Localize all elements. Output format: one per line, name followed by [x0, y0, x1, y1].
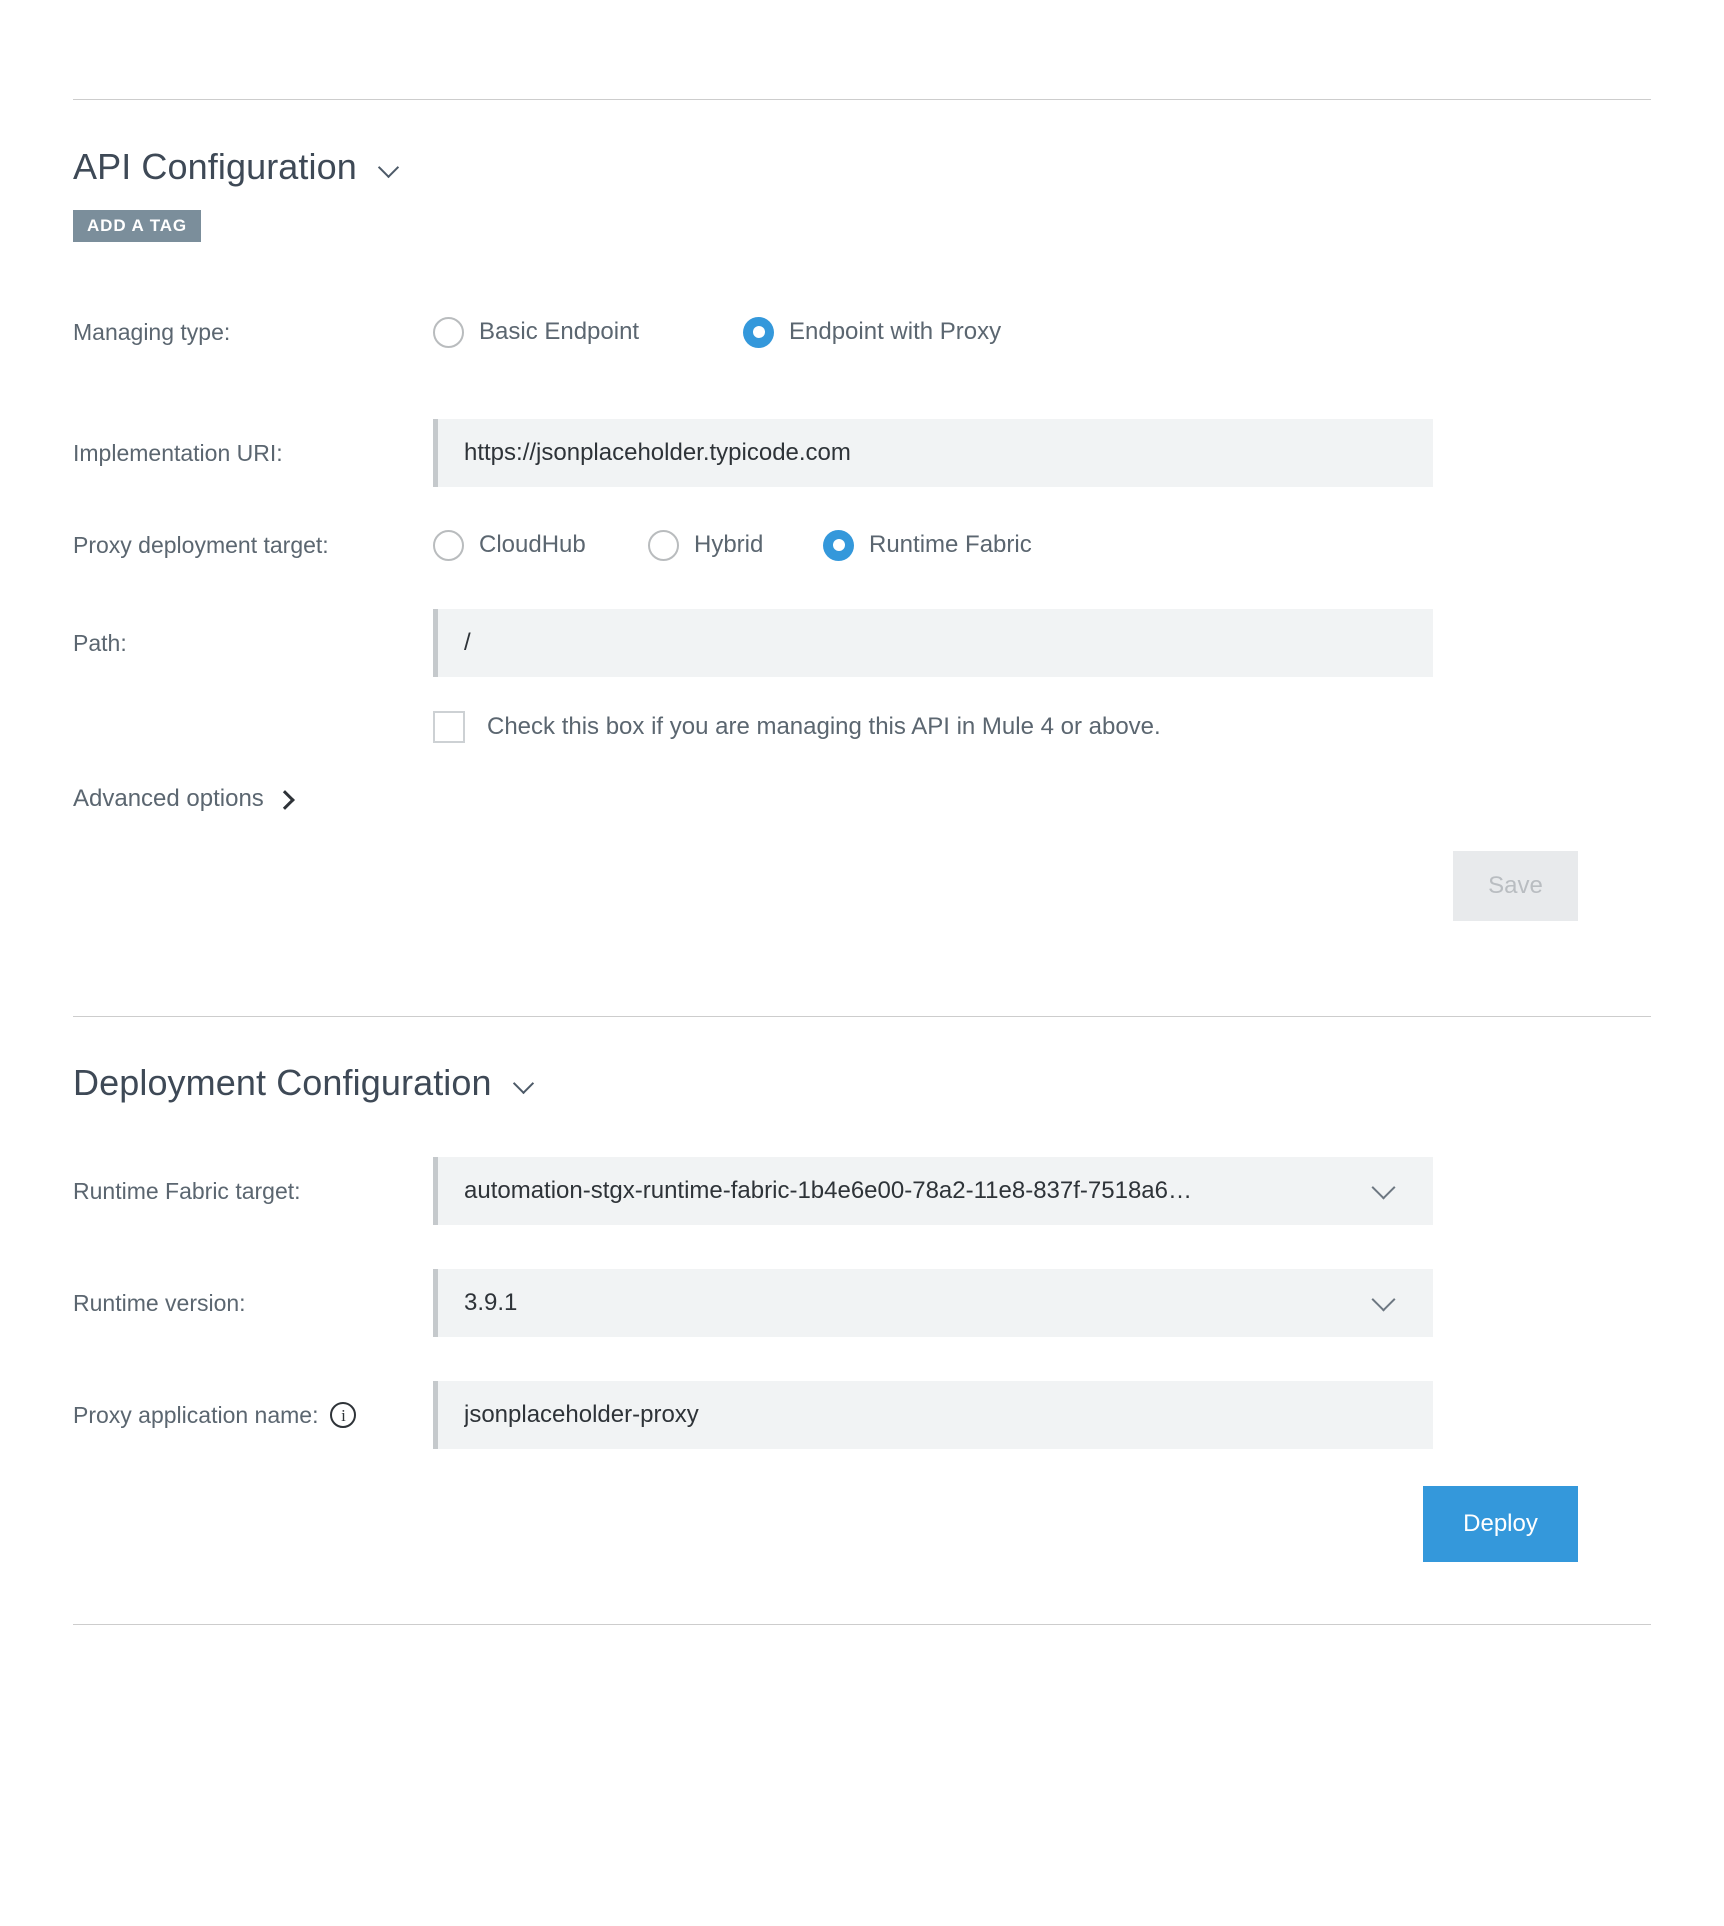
chevron-down-icon[interactable]: [514, 1075, 534, 1095]
radio-endpoint-with-proxy[interactable]: Endpoint with Proxy: [743, 316, 1002, 348]
chevron-down-icon[interactable]: [1375, 1179, 1395, 1199]
runtime-fabric-target-select[interactable]: automation-stgx-runtime-fabric-1b4e6e00-…: [433, 1157, 1433, 1225]
radio-mark-icon: [648, 529, 679, 561]
runtime-fabric-target-value: automation-stgx-runtime-fabric-1b4e6e00-…: [464, 1177, 1192, 1204]
radio-hybrid-label: Hybrid: [694, 531, 764, 558]
deploy-button[interactable]: Deploy: [1423, 1486, 1578, 1562]
proxy-application-name-label: Proxy application name:: [73, 1401, 319, 1428]
implementation-uri-label: Implementation URI:: [73, 439, 283, 466]
radio-runtime-fabric-label: Runtime Fabric: [869, 531, 1032, 558]
runtime-fabric-target-row: Runtime Fabric target: automation-stgx-r…: [73, 1157, 1651, 1225]
radio-mark-selected-icon: [823, 529, 854, 561]
api-configuration-title: API Configuration: [73, 146, 357, 187]
mule4-checkbox-row: Check this box if you are managing this …: [73, 699, 1651, 755]
radio-mark-selected-icon: [743, 316, 774, 348]
bottom-divider: [73, 1624, 1651, 1625]
implementation-uri-input-wrap[interactable]: [433, 419, 1433, 487]
mule4-checkbox[interactable]: Check this box if you are managing this …: [433, 711, 1161, 743]
api-configuration-header[interactable]: API Configuration: [73, 149, 1651, 185]
api-configuration-section: API Configuration ADD A TAG Managing typ…: [0, 100, 1724, 1016]
runtime-version-select[interactable]: 3.9.1: [433, 1269, 1433, 1337]
proxy-application-name-label-wrap: Proxy application name: i: [73, 1402, 433, 1429]
proxy-application-name-input[interactable]: [438, 1381, 1433, 1449]
save-button[interactable]: Save: [1453, 851, 1578, 921]
proxy-deployment-target-label: Proxy deployment target:: [73, 531, 329, 558]
radio-runtime-fabric[interactable]: Runtime Fabric: [823, 529, 1032, 561]
radio-mark-icon: [433, 529, 464, 561]
deployment-configuration-title: Deployment Configuration: [73, 1062, 492, 1103]
deployment-configuration-section: Deployment Configuration Runtime Fabric …: [0, 1017, 1724, 1624]
info-icon[interactable]: i: [330, 1402, 357, 1428]
mule4-checkbox-label: Check this box if you are managing this …: [487, 713, 1161, 740]
path-label: Path:: [73, 629, 127, 656]
api-configuration-actions: Save: [73, 851, 1578, 921]
add-a-tag-button[interactable]: ADD A TAG: [73, 210, 202, 242]
chevron-right-icon[interactable]: [278, 790, 292, 808]
implementation-uri-input[interactable]: [438, 419, 1433, 487]
radio-basic-endpoint-label: Basic Endpoint: [479, 318, 640, 345]
radio-cloudhub-label: CloudHub: [479, 531, 586, 558]
radio-basic-endpoint[interactable]: Basic Endpoint: [433, 316, 743, 348]
chevron-down-icon[interactable]: [379, 159, 399, 179]
radio-endpoint-with-proxy-label: Endpoint with Proxy: [789, 318, 1002, 345]
proxy-application-name-row: Proxy application name: i: [73, 1381, 1651, 1449]
runtime-fabric-target-label: Runtime Fabric target:: [73, 1177, 301, 1204]
path-input[interactable]: [438, 609, 1433, 677]
proxy-application-name-input-wrap[interactable]: [433, 1381, 1433, 1449]
proxy-deployment-target-row: Proxy deployment target: CloudHub Hybrid…: [73, 517, 1651, 573]
api-manager-page: API Configuration ADD A TAG Managing typ…: [0, 0, 1724, 1926]
deployment-configuration-actions: Deploy: [73, 1486, 1578, 1562]
radio-cloudhub[interactable]: CloudHub: [433, 529, 648, 561]
advanced-options-label: Advanced options: [73, 785, 264, 812]
runtime-version-value: 3.9.1: [464, 1289, 518, 1316]
advanced-options-toggle[interactable]: Advanced options: [73, 785, 292, 813]
radio-mark-icon: [433, 316, 464, 348]
managing-type-row: Managing type: Basic Endpoint Endpoint w…: [73, 304, 1651, 360]
checkbox-icon: [433, 711, 465, 743]
deployment-configuration-header[interactable]: Deployment Configuration: [73, 1065, 1651, 1101]
radio-hybrid[interactable]: Hybrid: [648, 529, 823, 561]
implementation-uri-row: Implementation URI:: [73, 419, 1651, 487]
path-input-wrap[interactable]: [433, 609, 1433, 677]
managing-type-label: Managing type:: [73, 318, 231, 345]
path-row: Path:: [73, 609, 1651, 677]
managing-type-radio-group: Basic Endpoint Endpoint with Proxy: [433, 316, 1002, 348]
chevron-down-icon[interactable]: [1375, 1291, 1395, 1311]
proxy-deployment-target-radio-group: CloudHub Hybrid Runtime Fabric: [433, 529, 1032, 561]
runtime-version-label: Runtime version:: [73, 1289, 246, 1316]
runtime-version-row: Runtime version: 3.9.1: [73, 1269, 1651, 1337]
